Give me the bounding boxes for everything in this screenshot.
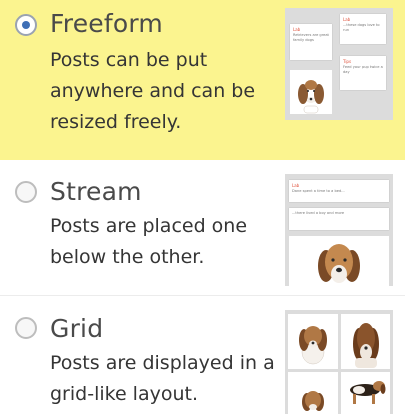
thumb-note: Lab Retrievers are great family dogs	[290, 24, 332, 60]
thumb-note: ...there lived a boy and more	[289, 208, 389, 230]
dog-photo	[341, 314, 390, 369]
dog-photo	[289, 236, 389, 286]
dog-photo	[341, 372, 390, 414]
layout-option-freeform[interactable]: Freeform Posts can be put anywhere and c…	[0, 0, 405, 160]
grid-title: Grid	[50, 314, 104, 343]
grid-thumbnail	[285, 310, 393, 414]
radio-selected-dot	[22, 21, 30, 29]
grid-description: Posts are displayed in a grid-like layou…	[50, 352, 275, 405]
dog-photo	[288, 314, 338, 369]
layout-option-grid[interactable]: Grid Posts are displayed in a grid-like …	[0, 297, 405, 414]
freeform-description: Posts can be put anywhere and can be res…	[50, 49, 256, 133]
dog-photo	[288, 372, 338, 414]
freeform-thumbnail: Lab Retrievers are great family dogs Lab…	[285, 8, 393, 120]
thumb-note: Tips Feed your pup twice a day	[340, 56, 386, 90]
stream-thumbnail: Lab Dane spent a time to a bed... ...the…	[285, 174, 393, 286]
layout-option-stream[interactable]: Stream Posts are placed one below the ot…	[0, 160, 405, 296]
thumb-note: Lab Dane spent a time to a bed...	[289, 180, 389, 202]
grid-radio[interactable]	[15, 317, 37, 339]
freeform-title: Freeform	[50, 9, 163, 38]
dog-photo	[290, 70, 332, 114]
thumb-note: Lab ...these dogs love to run	[340, 14, 386, 44]
freeform-radio[interactable]	[15, 14, 37, 36]
stream-radio[interactable]	[15, 181, 37, 203]
stream-title: Stream	[50, 177, 142, 206]
stream-description: Posts are placed one below the other.	[50, 215, 248, 268]
